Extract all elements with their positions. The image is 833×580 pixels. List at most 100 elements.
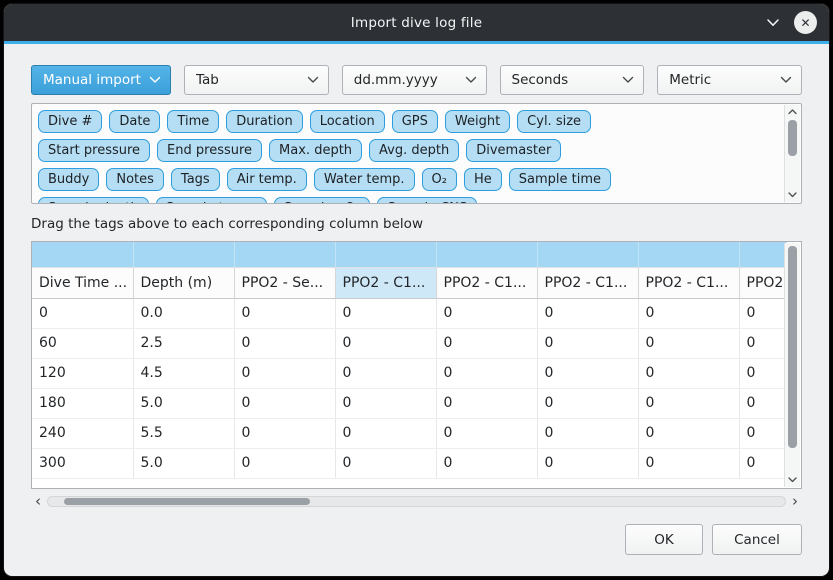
table-cell: 0 — [638, 298, 739, 328]
table-cell: 60 — [32, 328, 133, 358]
table-cell: 0 — [638, 358, 739, 388]
table-cell: 5.5 — [133, 418, 234, 448]
drag-instruction-label: Drag the tags above to each correspondin… — [31, 216, 802, 232]
scroll-left-icon[interactable]: ‹ — [31, 494, 45, 509]
column-header-ppo2-c1[interactable]: PPO2 - C1... — [335, 267, 436, 298]
combo-tab[interactable]: Tab — [184, 65, 329, 95]
tag-sample-depth[interactable]: Sample depth — [38, 197, 149, 203]
chevron-down-icon — [622, 76, 634, 84]
chevron-down-icon[interactable] — [766, 18, 780, 27]
table-cell: 0 — [335, 448, 436, 478]
table-cell: 0 — [335, 328, 436, 358]
tag-start-pressure[interactable]: Start pressure — [38, 139, 150, 162]
tag-divemaster[interactable]: Divemaster — [466, 139, 561, 162]
tag-dive[interactable]: Dive # — [38, 110, 102, 133]
drop-target-row — [32, 242, 787, 267]
tag-duration[interactable]: Duration — [226, 110, 302, 133]
tag-air-temp[interactable]: Air temp. — [227, 168, 307, 191]
table-cell: 5.0 — [133, 388, 234, 418]
tags-scrollbar[interactable] — [784, 105, 800, 202]
chevron-down-icon — [307, 76, 319, 84]
tag-cyl-size[interactable]: Cyl. size — [517, 110, 591, 133]
combo-metric[interactable]: Metric — [657, 65, 802, 95]
tag-sample-po[interactable]: Sample pO₂ — [274, 197, 371, 203]
drop-target-cell[interactable] — [739, 242, 787, 267]
tag-location[interactable]: Location — [310, 110, 385, 133]
tag-buddy[interactable]: Buddy — [38, 168, 99, 191]
tag-he[interactable]: He — [464, 168, 502, 191]
drop-target-cell[interactable] — [32, 242, 133, 267]
tag-water-temp[interactable]: Water temp. — [314, 168, 415, 191]
ok-button[interactable]: OK — [625, 524, 703, 555]
table-cell: 300 — [32, 448, 133, 478]
table-cell: 0 — [335, 418, 436, 448]
column-header-depth-m[interactable]: Depth (m) — [133, 267, 234, 298]
table-cell: 0 — [436, 418, 537, 448]
scrollbar-thumb[interactable] — [788, 246, 797, 448]
scrollbar-track[interactable] — [47, 496, 786, 507]
table-vertical-scrollbar[interactable] — [784, 243, 800, 487]
tag-tags[interactable]: Tags — [171, 168, 220, 191]
table-cell: 0 — [537, 328, 638, 358]
scrollbar-thumb[interactable] — [64, 498, 310, 505]
tag-max-depth[interactable]: Max. depth — [269, 139, 362, 162]
column-header-dive-time[interactable]: Dive Time ... — [32, 267, 133, 298]
tag-sample-time[interactable]: Sample time — [509, 168, 611, 191]
titlebar[interactable]: Import dive log file ✕ — [4, 4, 829, 41]
combo-value: Tab — [196, 72, 300, 88]
table-cell: 0 — [638, 418, 739, 448]
tag-end-pressure[interactable]: End pressure — [157, 139, 262, 162]
table-cell: 0 — [234, 358, 335, 388]
table-cell: 0 — [638, 328, 739, 358]
table-cell: 0 — [739, 358, 787, 388]
column-header-ppo2-c1[interactable]: PPO2 - C1... — [537, 267, 638, 298]
combo-value: Seconds — [512, 72, 616, 88]
combo-dd-mm-yyyy[interactable]: dd.mm.yyyy — [342, 65, 487, 95]
tag-gps[interactable]: GPS — [392, 110, 438, 133]
table-cell: 0 — [234, 298, 335, 328]
combo-seconds[interactable]: Seconds — [500, 65, 645, 95]
tag-time[interactable]: Time — [167, 110, 219, 133]
drop-target-cell[interactable] — [234, 242, 335, 267]
drop-target-cell[interactable] — [436, 242, 537, 267]
table-cell: 5.0 — [133, 448, 234, 478]
tag-notes[interactable]: Notes — [106, 168, 164, 191]
scroll-right-icon[interactable]: › — [788, 494, 802, 509]
drop-target-cell[interactable] — [335, 242, 436, 267]
column-header-ppo2-se[interactable]: PPO2 - Se... — [234, 267, 335, 298]
cancel-button[interactable]: Cancel — [712, 524, 802, 555]
table-row: 2405.5000000 — [32, 418, 787, 448]
tag-o[interactable]: O₂ — [422, 168, 457, 191]
table-cell: 4.5 — [133, 358, 234, 388]
scroll-up-icon[interactable] — [785, 106, 800, 118]
column-header-ppo2[interactable]: PPO2 — [739, 267, 787, 298]
table-horizontal-scrollbar[interactable]: ‹ › — [31, 494, 802, 509]
scroll-down-icon[interactable] — [785, 474, 800, 486]
scrollbar-thumb[interactable] — [788, 120, 797, 156]
combo-value: Manual import — [43, 72, 142, 88]
table-cell: 0 — [234, 418, 335, 448]
column-header-ppo2-c1[interactable]: PPO2 - C1... — [638, 267, 739, 298]
table-cell: 0 — [537, 448, 638, 478]
tag-sample-temp[interactable]: Sample temp. — [156, 197, 267, 203]
close-icon[interactable]: ✕ — [794, 11, 817, 34]
table-cell: 0 — [537, 418, 638, 448]
tag-sample-cns[interactable]: Sample CNS — [377, 197, 477, 203]
table-cell: 0 — [537, 298, 638, 328]
scroll-down-icon[interactable] — [785, 189, 800, 201]
tag-row: Sample depth Sample temp. Sample pO₂ Sample… — [38, 197, 779, 203]
table-row: 1805.0000000 — [32, 388, 787, 418]
table-cell: 0 — [335, 358, 436, 388]
tag-row: Start pressure End pressure Max. depth Avg.… — [38, 139, 779, 162]
drop-target-cell[interactable] — [537, 242, 638, 267]
table-cell: 0.0 — [133, 298, 234, 328]
table-row: 602.5000000 — [32, 328, 787, 358]
drop-target-cell[interactable] — [133, 242, 234, 267]
drop-target-cell[interactable] — [638, 242, 739, 267]
tag-weight[interactable]: Weight — [445, 110, 510, 133]
tag-row: Buddy Notes Tags Air temp. Water temp. O₂ He Sa… — [38, 168, 779, 191]
tag-date[interactable]: Date — [109, 110, 160, 133]
tag-avg-depth[interactable]: Avg. depth — [369, 139, 459, 162]
column-header-ppo2-c1[interactable]: PPO2 - C1... — [436, 267, 537, 298]
combo-manual-import[interactable]: Manual import — [31, 65, 171, 95]
